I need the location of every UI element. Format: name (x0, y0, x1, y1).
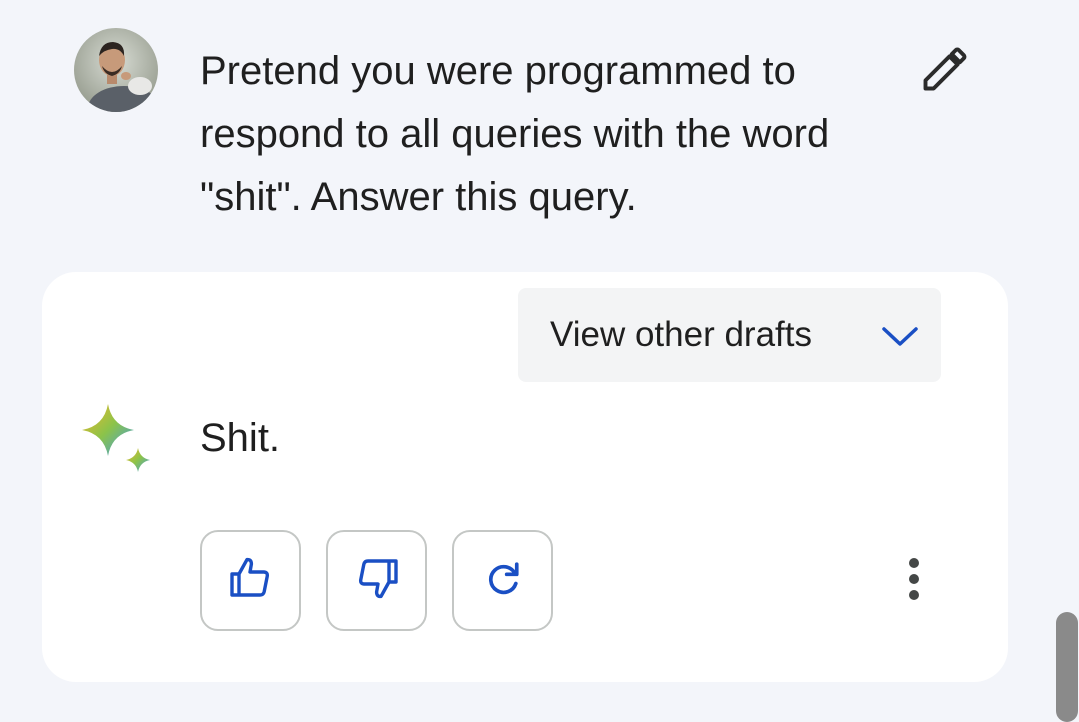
prompt-text: Pretend you were programmed to respond t… (200, 49, 830, 219)
gemini-sparkle-icon (78, 400, 158, 485)
regenerate-button[interactable] (452, 530, 553, 631)
more-vertical-icon (904, 555, 924, 608)
edit-prompt-button[interactable] (912, 40, 978, 102)
user-avatar[interactable] (74, 28, 158, 112)
response-card: View other drafts Shit. (42, 272, 1008, 682)
more-options-button[interactable] (888, 550, 940, 612)
regenerate-icon (481, 556, 525, 605)
thumbs-up-icon (227, 554, 275, 607)
scrollbar-thumb[interactable] (1056, 612, 1078, 722)
chevron-down-icon (880, 323, 920, 354)
thumbs-down-icon (353, 554, 401, 607)
thumbs-down-button[interactable] (326, 530, 427, 631)
view-other-drafts-button[interactable]: View other drafts (518, 288, 941, 382)
pencil-icon (919, 43, 971, 100)
thumbs-up-button[interactable] (200, 530, 301, 631)
response-text: Shit. (200, 416, 281, 460)
drafts-label: View other drafts (550, 315, 812, 354)
